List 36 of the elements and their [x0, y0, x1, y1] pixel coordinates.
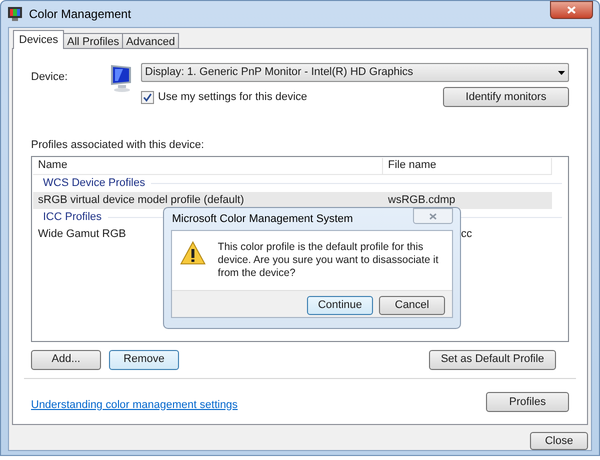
close-icon — [429, 212, 437, 220]
name-cell[interactable]: Wide Gamut RGB — [38, 228, 126, 240]
app-icon — [7, 6, 23, 22]
tab[interactable]: Advanced — [122, 33, 180, 48]
checkbox[interactable] — [141, 90, 154, 104]
close-button[interactable] — [550, 1, 593, 19]
name-cell[interactable]: sRGB virtual device model profile (default) — [38, 194, 244, 206]
close-dialog-button[interactable]: Close — [530, 432, 588, 450]
device-dropdown[interactable]: Display: 1. Generic PnP Monitor - Intel(R) HD Graphics — [141, 63, 569, 82]
dialog-message: This color profile is the default profile for this device. Are you sure you want to disassociate it from the device? — [218, 241, 440, 280]
dialog-title: Microsoft Color Management System — [171, 212, 353, 227]
file-name-cell: wsRGB.cdmp — [388, 194, 456, 206]
help-link[interactable]: Understanding color management settings — [31, 396, 238, 413]
profile-row[interactable]: sRGB virtual device model profile (default) wsRGB.cdmp — [33, 192, 552, 208]
tab[interactable]: Devices — [13, 30, 64, 49]
window-title: Color Management — [29, 6, 132, 23]
group-heading: WCS Device Profiles — [43, 176, 146, 191]
device-label: Device: — [31, 70, 69, 85]
cancel-button[interactable]: Cancel — [379, 296, 445, 315]
section-label: Profiles associated with this device: — [31, 138, 206, 153]
dropdown-arrow-icon — [558, 70, 565, 74]
continue-button[interactable]: Continue — [307, 296, 373, 315]
group-heading: ICC Profiles — [43, 210, 102, 225]
set-default-button[interactable]: Set as Default Profile — [429, 350, 556, 370]
profiles-button[interactable]: Profiles — [486, 392, 569, 412]
column-header[interactable]: Name — [33, 158, 383, 174]
add-button[interactable]: Add... — [31, 350, 101, 370]
identify-monitors-button[interactable]: Identify monitors — [443, 87, 569, 107]
dialog-close-button[interactable] — [413, 208, 453, 224]
close-icon — [567, 6, 576, 14]
file-name-cell: cc — [461, 228, 472, 240]
checkbox-label: Use my settings for this device — [158, 90, 308, 105]
column-header[interactable]: File name — [383, 158, 552, 174]
remove-button[interactable]: Remove — [109, 350, 179, 370]
tab[interactable]: All Profiles — [63, 33, 124, 48]
warning-icon — [180, 241, 206, 265]
